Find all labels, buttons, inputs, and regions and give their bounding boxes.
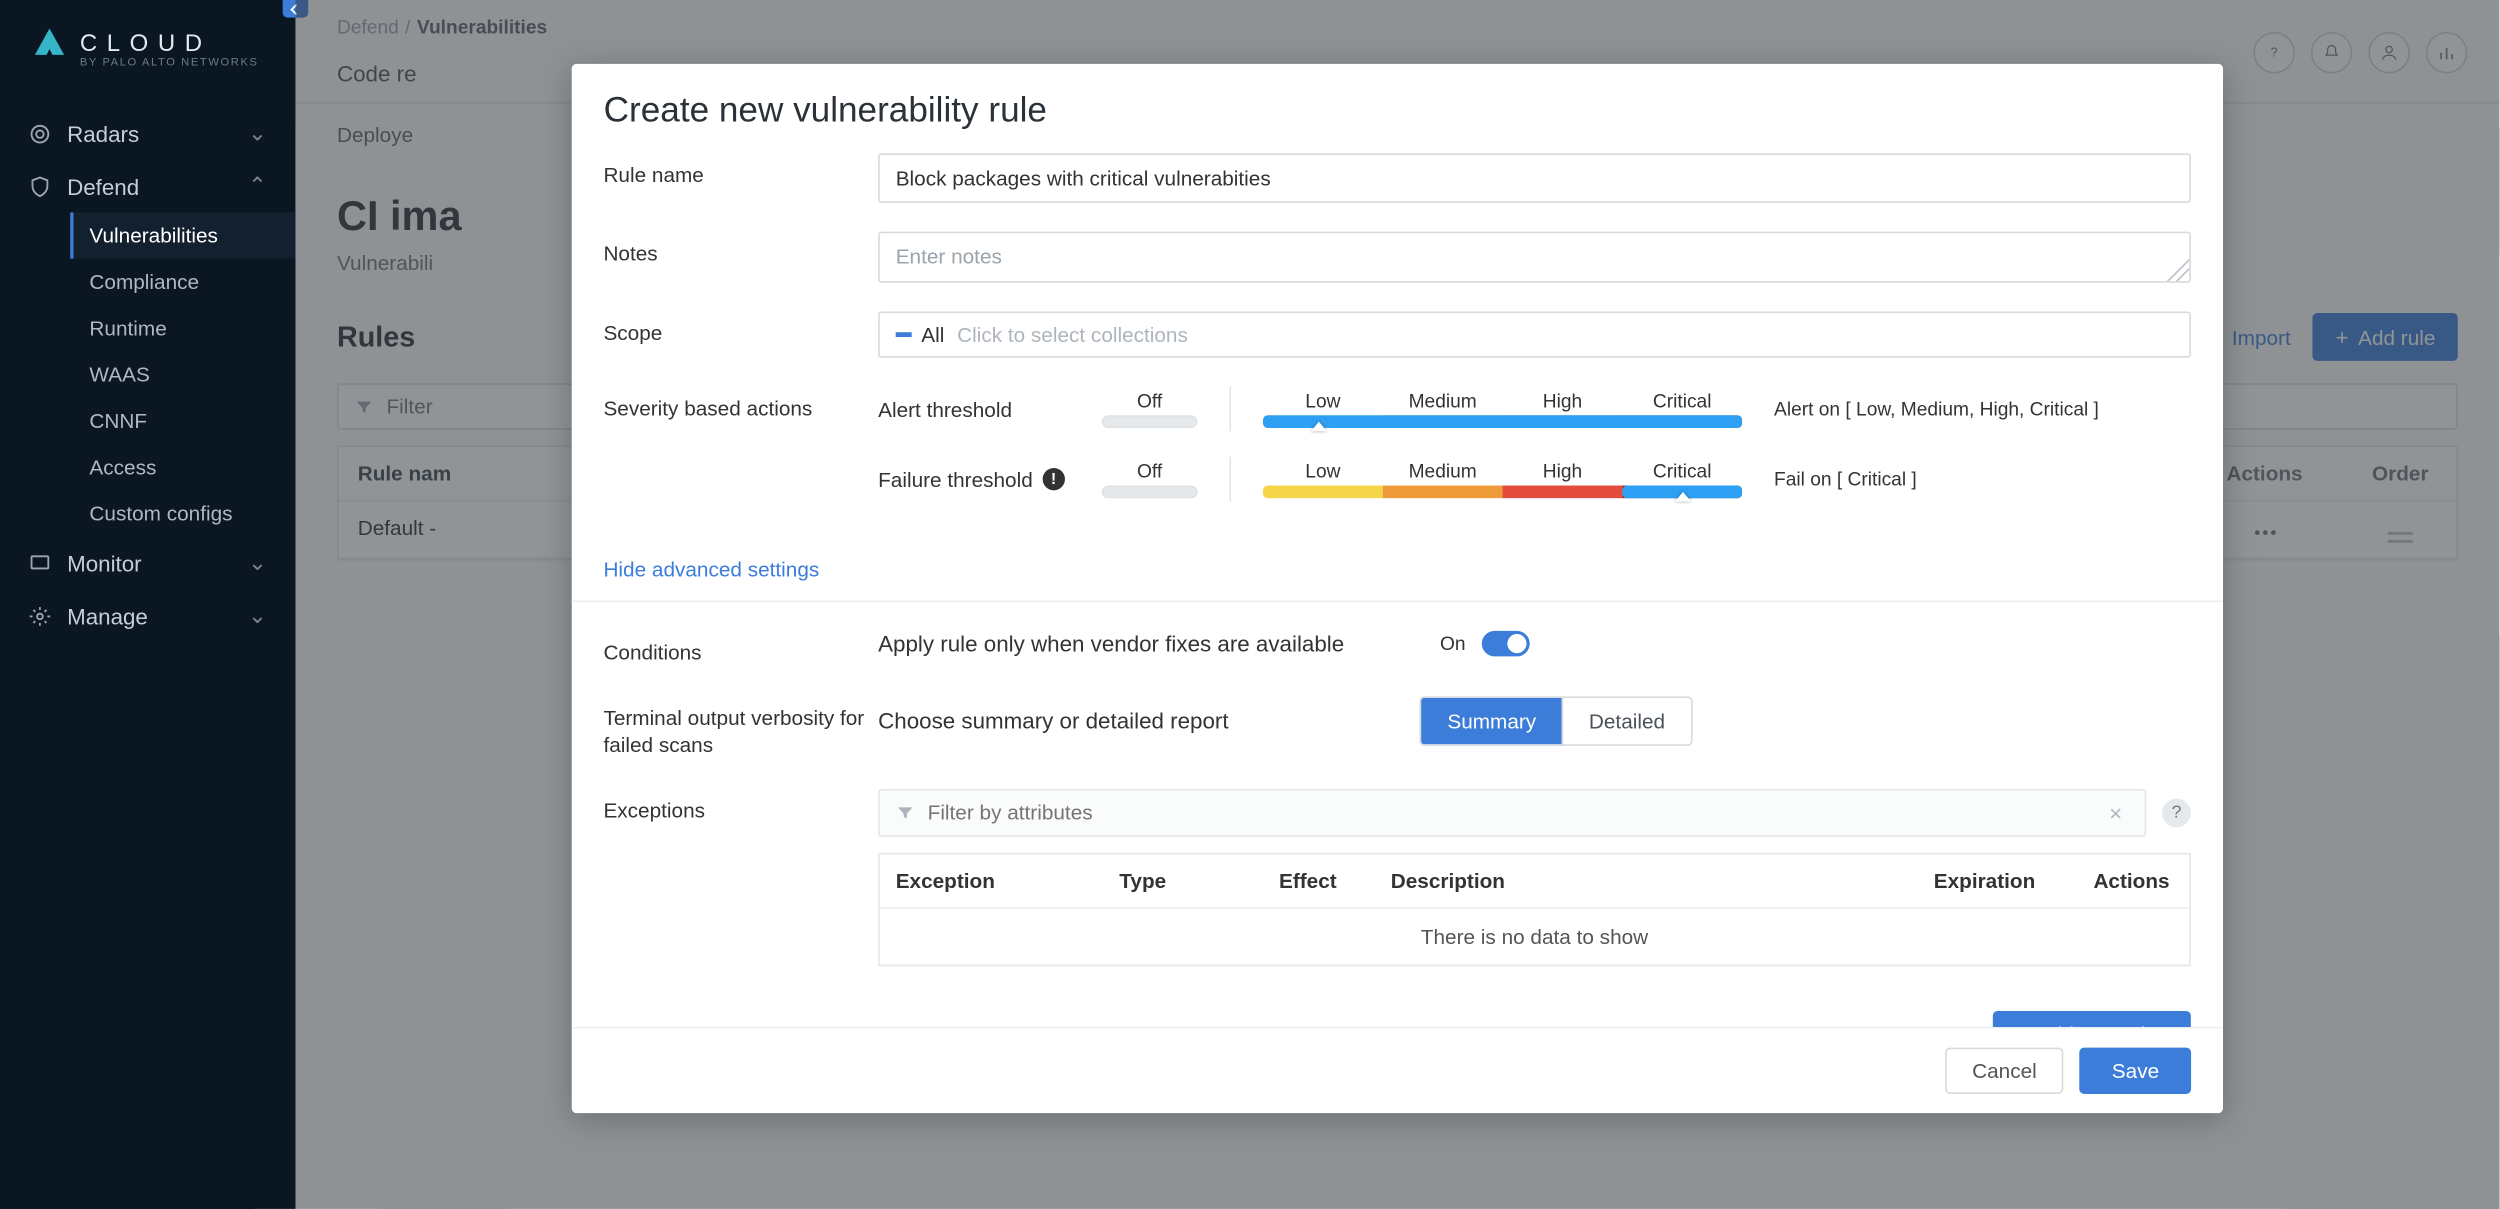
- sev-high-label: High: [1503, 390, 1623, 412]
- nav-radars[interactable]: Radars ⌄: [0, 107, 295, 160]
- exc-col-actions: Actions: [2078, 854, 2190, 907]
- sev-crit-label: Critical: [1623, 390, 1743, 412]
- nav-radars-label: Radars: [67, 121, 139, 147]
- create-rule-modal: Create new vulnerability rule Rule name …: [572, 64, 2223, 1113]
- divider: [1230, 457, 1232, 502]
- cancel-button[interactable]: Cancel: [1945, 1048, 2064, 1094]
- label-rule-name: Rule name: [604, 153, 879, 190]
- alert-summary-text: Alert on [ Low, Medium, High, Critical ]: [1774, 398, 2099, 420]
- sev-crit-label: Critical: [1623, 460, 1743, 482]
- exc-col-description: Description: [1375, 854, 1918, 907]
- label-conditions: Conditions: [604, 631, 879, 668]
- vendor-fix-text: Apply rule only when vendor fixes are av…: [878, 631, 1344, 657]
- exc-col-expiration: Expiration: [1918, 854, 2078, 907]
- nav-sub-runtime[interactable]: Runtime: [70, 305, 295, 351]
- exceptions-filter-input[interactable]: [928, 800, 2103, 824]
- scope-tag-all: All: [896, 323, 945, 347]
- exc-col-type: Type: [1104, 854, 1264, 907]
- filter-icon: [896, 803, 915, 822]
- nav-sub-vulnerabilities[interactable]: Vulnerabilities: [70, 212, 295, 258]
- exceptions-filter[interactable]: ×: [878, 788, 2146, 836]
- sev-low-label: Low: [1263, 390, 1383, 412]
- nav-monitor[interactable]: Monitor ⌄: [0, 537, 295, 590]
- add-exception-button[interactable]: + Add exception: [1993, 1010, 2191, 1026]
- chevron-down-icon: ⌄: [248, 602, 267, 629]
- nav-defend-label: Defend: [67, 173, 139, 199]
- exc-col-exception: Exception: [880, 854, 1104, 907]
- label-verbosity: Terminal output verbosity for failed sca…: [604, 696, 879, 760]
- chevron-up-icon: ⌃: [248, 172, 267, 199]
- save-button[interactable]: Save: [2080, 1048, 2191, 1094]
- nav-sub-custom-configs[interactable]: Custom configs: [70, 490, 295, 536]
- label-exceptions: Exceptions: [604, 788, 879, 825]
- modal-overlay: Create new vulnerability rule Rule name …: [295, 0, 2499, 1209]
- radar-icon: [29, 122, 51, 144]
- sev-high-label: High: [1503, 460, 1623, 482]
- sev-med-label: Medium: [1383, 390, 1503, 412]
- toggle-state-label: On: [1440, 632, 1466, 654]
- brand-subtitle: BY PALO ALTO NETWORKS: [80, 57, 264, 68]
- vendor-fix-toggle[interactable]: [1482, 631, 1530, 657]
- chevron-down-icon: ⌄: [248, 549, 267, 576]
- brand-name: CLOUD: [80, 30, 212, 57]
- divider: [572, 600, 2223, 602]
- verbosity-segment: Summary Detailed: [1420, 696, 1692, 746]
- exceptions-help-icon[interactable]: ?: [2162, 798, 2191, 827]
- alert-severity-slider[interactable]: Low Medium High Critical: [1263, 390, 1742, 428]
- alert-off-track[interactable]: [1102, 415, 1198, 428]
- nav-sub-waas[interactable]: WAAS: [70, 351, 295, 397]
- exc-col-effect: Effect: [1263, 854, 1375, 907]
- nav-manage-label: Manage: [67, 603, 148, 629]
- nav-defend[interactable]: Defend ⌃: [0, 160, 295, 213]
- brand-logo-block: CLOUD BY PALO ALTO NETWORKS: [0, 0, 295, 85]
- nav-monitor-label: Monitor: [67, 550, 142, 576]
- nav-sub-compliance[interactable]: Compliance: [70, 259, 295, 305]
- chevron-down-icon: ⌄: [248, 120, 267, 147]
- nav-sub-cnnf[interactable]: CNNF: [70, 398, 295, 444]
- modal-title: Create new vulnerability rule: [604, 89, 2191, 131]
- alert-slider-thumb[interactable]: [1311, 422, 1327, 432]
- info-icon[interactable]: !: [1043, 468, 1065, 490]
- label-alert-threshold: Alert threshold: [878, 397, 1070, 421]
- label-notes: Notes: [604, 232, 879, 269]
- toggle-advanced-link[interactable]: Hide advanced settings: [604, 557, 820, 581]
- scope-collections-input[interactable]: All Click to select collections: [878, 311, 2191, 357]
- prisma-cloud-logo-icon: [32, 26, 67, 61]
- label-scope: Scope: [604, 311, 879, 348]
- sev-low-label: Low: [1263, 460, 1383, 482]
- shield-icon: [29, 175, 51, 197]
- rule-name-input[interactable]: [878, 153, 2191, 203]
- verbosity-detailed-button[interactable]: Detailed: [1562, 698, 1691, 744]
- scope-placeholder: Click to select collections: [957, 323, 1188, 347]
- verbosity-desc: Choose summary or detailed report: [878, 708, 1228, 734]
- failure-slider-thumb[interactable]: [1675, 492, 1691, 502]
- sidebar: CLOUD BY PALO ALTO NETWORKS Radars ⌄ Def…: [0, 0, 295, 1209]
- gear-icon: [29, 604, 51, 626]
- divider: [1230, 386, 1232, 431]
- exceptions-table: Exception Type Effect Description Expira…: [878, 852, 2191, 965]
- label-severity: Severity based actions: [604, 386, 879, 423]
- failure-summary-text: Fail on [ Critical ]: [1774, 468, 1917, 490]
- verbosity-summary-button[interactable]: Summary: [1422, 698, 1562, 744]
- off-label-failure: Off: [1102, 460, 1198, 482]
- off-label-alert: Off: [1102, 390, 1198, 412]
- nav-manage[interactable]: Manage ⌄: [0, 589, 295, 642]
- clear-filter-icon[interactable]: ×: [2103, 800, 2129, 826]
- exceptions-empty-state: There is no data to show: [880, 908, 2190, 964]
- nav-sub-access[interactable]: Access: [70, 444, 295, 490]
- sev-med-label: Medium: [1383, 460, 1503, 482]
- monitor-icon: [29, 552, 51, 574]
- failure-off-track[interactable]: [1102, 485, 1198, 498]
- label-failure-threshold: Failure threshold !: [878, 467, 1070, 491]
- failure-severity-slider[interactable]: Low Medium High Critical: [1263, 460, 1742, 498]
- notes-textarea[interactable]: Enter notes: [878, 232, 2191, 283]
